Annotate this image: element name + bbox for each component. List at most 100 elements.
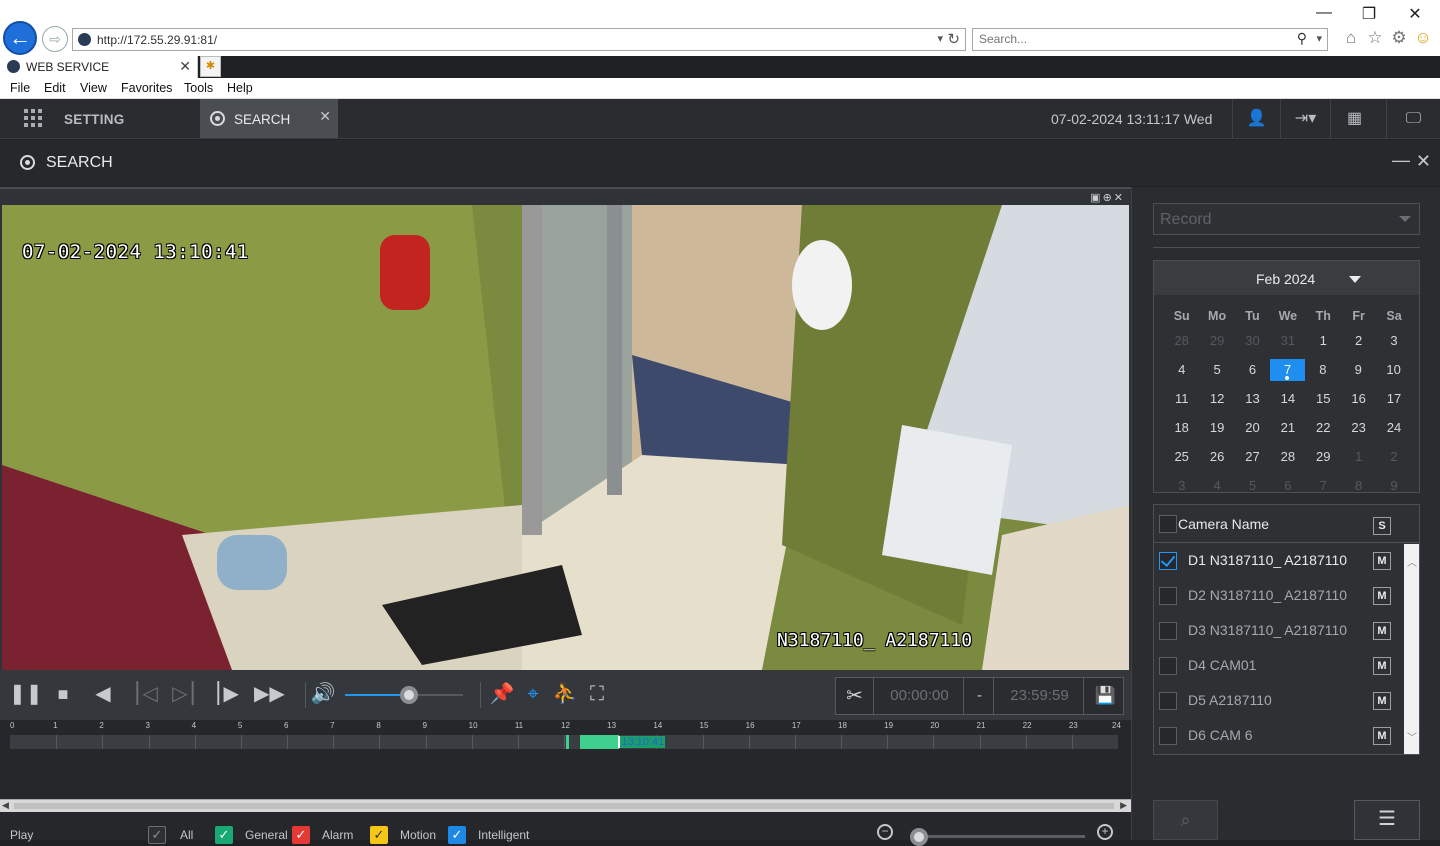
calendar-day[interactable]: 1 — [1341, 446, 1376, 468]
new-tab-icon[interactable]: ✱ — [200, 56, 221, 77]
clip-start-time[interactable]: 00:00:00 — [876, 678, 964, 714]
logout-icon[interactable]: ⇥▾ — [1280, 99, 1330, 138]
recording-segment[interactable] — [582, 735, 620, 749]
close-video-icon[interactable]: ✕ — [1114, 192, 1125, 204]
human-detect-icon[interactable]: ⛹ — [552, 682, 578, 706]
calendar-day[interactable]: 1 — [1306, 330, 1341, 352]
calendar-day[interactable]: 30 — [1235, 330, 1270, 352]
volume-icon[interactable]: 🔊 — [310, 682, 336, 706]
calendar-day[interactable]: 8 — [1305, 359, 1340, 381]
calendar-day[interactable]: 19 — [1199, 417, 1234, 439]
menu-tools[interactable]: Tools — [184, 81, 213, 95]
calendar-day[interactable]: 14 — [1270, 388, 1305, 410]
timeline-zoom-knob[interactable] — [910, 828, 928, 846]
calendar-day[interactable]: 12 — [1199, 388, 1234, 410]
camera-row[interactable]: D3 N3187110_ A2187110 M — [1154, 614, 1404, 649]
setting-tab[interactable]: SETTING — [64, 112, 125, 127]
legend-general-checkbox[interactable]: ✓ — [215, 826, 233, 844]
scroll-down-icon[interactable]: ﹀ — [1407, 729, 1417, 744]
recording-segment[interactable] — [566, 735, 569, 749]
legend-alarm-checkbox[interactable]: ✓ — [292, 826, 310, 844]
close-panel-icon[interactable]: ✕ — [1416, 151, 1431, 172]
calendar-day[interactable]: 2 — [1341, 330, 1376, 352]
main-menu-grid-icon[interactable] — [24, 109, 42, 127]
camera-multi-button[interactable]: M — [1373, 587, 1391, 605]
calendar-month[interactable]: Feb 2024 — [1256, 271, 1315, 287]
month-dropdown-icon[interactable] — [1349, 276, 1361, 283]
favorites-star-icon[interactable]: ☆ — [1364, 28, 1386, 48]
calendar-day[interactable]: 26 — [1199, 446, 1234, 468]
legend-all-checkbox[interactable]: ✓ — [148, 826, 166, 844]
stop-icon[interactable]: ■ — [50, 682, 76, 706]
calendar-day[interactable]: 3 — [1164, 475, 1199, 497]
settings-gear-icon[interactable]: ⚙ — [1388, 28, 1410, 48]
calendar-day[interactable]: 15 — [1306, 388, 1341, 410]
single-mode-button[interactable]: S — [1373, 517, 1391, 535]
previous-frame-icon[interactable]: ⎮◁ — [132, 682, 158, 706]
search-icon[interactable]: ⚲ — [1297, 30, 1307, 47]
camera-checkbox[interactable] — [1159, 552, 1177, 570]
video-feed[interactable]: 07-02-2024 13:10:41 N3187110_ A2187110 — [2, 205, 1129, 670]
volume-knob[interactable] — [399, 686, 418, 704]
menu-file[interactable]: File — [10, 81, 30, 95]
calendar-day[interactable]: 16 — [1341, 388, 1376, 410]
scissors-icon[interactable]: ✂ — [836, 678, 874, 714]
calendar-day[interactable]: 11 — [1164, 388, 1199, 410]
timeline-zoom-slider[interactable] — [910, 835, 1085, 838]
close-window-icon[interactable]: ✕ — [1405, 4, 1425, 24]
menu-view[interactable]: View — [80, 81, 107, 95]
camera-multi-button[interactable]: M — [1373, 692, 1391, 710]
display-icon[interactable]: 🖵 — [1386, 99, 1440, 138]
camera-row[interactable]: D1 N3187110_ A2187110 M — [1154, 544, 1404, 579]
camera-row[interactable]: D6 CAM 6 M — [1154, 719, 1404, 754]
calendar-day[interactable]: 6 — [1235, 359, 1270, 381]
file-list-button[interactable]: ☰ — [1354, 800, 1420, 840]
select-all-cameras-checkbox[interactable] — [1159, 515, 1177, 533]
camera-multi-button[interactable]: M — [1373, 727, 1391, 745]
save-clip-icon[interactable]: 💾 — [1088, 678, 1123, 714]
forward-icon[interactable]: ⇨ — [42, 26, 68, 52]
digital-zoom-icon[interactable]: ⊕ — [1103, 192, 1114, 204]
calendar-day[interactable]: 4 — [1199, 475, 1234, 497]
calendar-day[interactable]: 28 — [1164, 330, 1199, 352]
calendar-header[interactable]: Feb 2024 — [1154, 261, 1419, 295]
zoom-in-icon[interactable]: + — [1097, 824, 1113, 840]
calendar-day[interactable]: 13 — [1235, 388, 1270, 410]
calendar-day[interactable]: 31 — [1270, 330, 1305, 352]
user-icon[interactable]: 👤 — [1232, 99, 1280, 138]
search-dropdown-icon[interactable]: ▾ — [1316, 32, 1322, 45]
calendar-day[interactable]: 10 — [1376, 359, 1411, 381]
address-url[interactable]: http://172.55.29.91:81/ — [97, 33, 217, 47]
scroll-left-icon[interactable]: ◀ — [2, 800, 9, 811]
calendar-day[interactable]: 7 — [1306, 475, 1341, 497]
camera-row[interactable]: D4 CAM01 M — [1154, 649, 1404, 684]
smart-search-button[interactable]: ⌕ — [1153, 800, 1218, 840]
calendar-day[interactable]: 23 — [1341, 417, 1376, 439]
browser-tab[interactable]: WEB SERVICE ✕ — [0, 56, 198, 78]
menu-favorites[interactable]: Favorites — [121, 81, 172, 95]
fullscreen-icon[interactable]: ⛶ — [584, 682, 610, 706]
menu-edit[interactable]: Edit — [44, 81, 66, 95]
calendar-day[interactable]: 4 — [1164, 359, 1199, 381]
calendar-day[interactable]: 20 — [1235, 417, 1270, 439]
calendar-day[interactable]: 29 — [1306, 446, 1341, 468]
menu-help[interactable]: Help — [227, 81, 253, 95]
snapshot-icon[interactable]: ▣ — [1090, 192, 1102, 204]
fast-play-icon[interactable]: ▶▶ — [254, 682, 285, 706]
home-icon[interactable]: ⌂ — [1340, 28, 1362, 48]
zoom-out-icon[interactable]: − — [877, 824, 893, 840]
calendar-day[interactable]: 25 — [1164, 446, 1199, 468]
close-search-tab-icon[interactable]: ✕ — [319, 108, 331, 125]
minimize-window-icon[interactable]: — — [1314, 4, 1334, 22]
calendar-day[interactable]: 5 — [1235, 475, 1270, 497]
calendar-day[interactable]: 5 — [1199, 359, 1234, 381]
calendar-day[interactable]: 9 — [1376, 475, 1411, 497]
calendar-day[interactable]: 24 — [1376, 417, 1411, 439]
timeline-cursor-time[interactable]: 13:10:41 — [618, 736, 666, 748]
scroll-up-icon[interactable]: ︿ — [1407, 554, 1417, 569]
calendar-day[interactable]: 17 — [1376, 388, 1411, 410]
camera-checkbox[interactable] — [1159, 727, 1177, 745]
camera-checkbox[interactable] — [1159, 587, 1177, 605]
browser-search-input[interactable] — [979, 32, 1279, 46]
record-type-select[interactable]: Record — [1153, 203, 1420, 235]
